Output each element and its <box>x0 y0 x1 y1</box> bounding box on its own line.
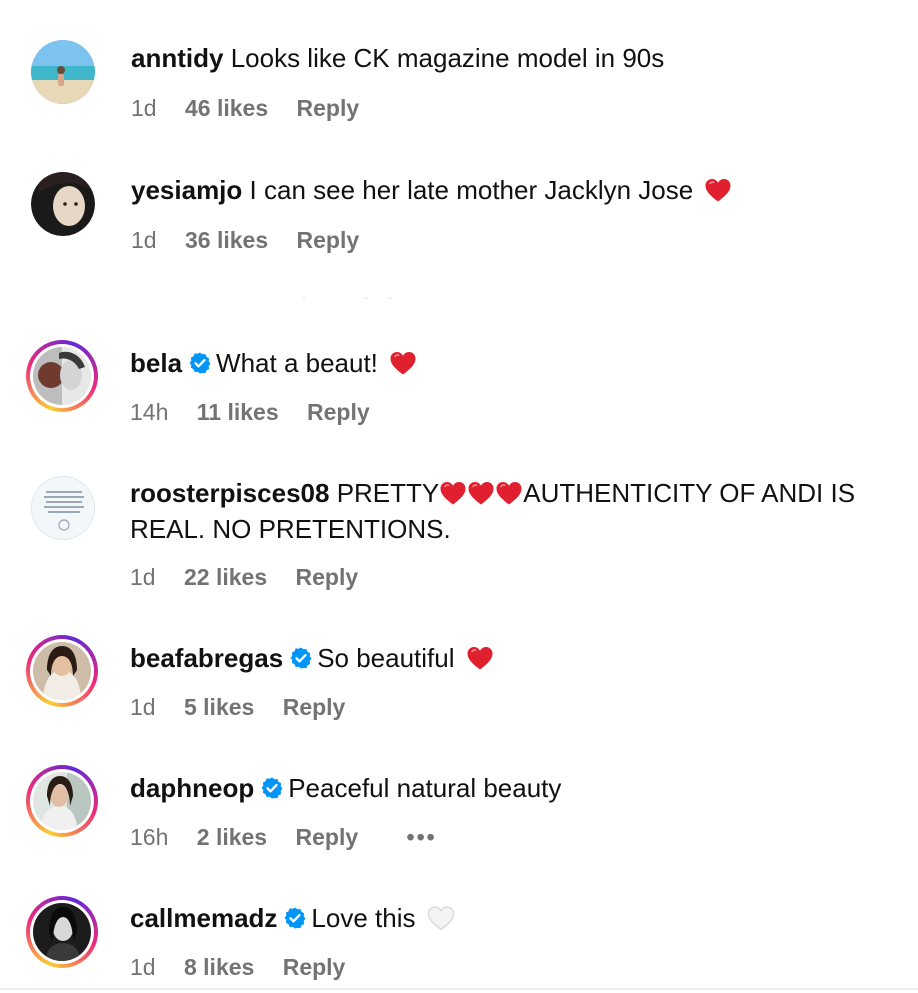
avatar[interactable] <box>31 476 95 540</box>
story-ring-avatar[interactable] <box>26 635 98 707</box>
likes-count-button[interactable]: 11 likes <box>197 399 279 425</box>
comment-body: So beautiful <box>317 643 455 673</box>
red-heart-icon <box>495 480 523 506</box>
comment-meta: 1d 8 likes Reply <box>130 952 367 982</box>
comment-body: I can see her late mother Jacklyn Jose <box>249 175 694 205</box>
bottom-divider <box>0 988 918 990</box>
comment-username[interactable]: yesiamjo <box>131 175 242 205</box>
comment-username[interactable]: daphneop <box>130 773 254 803</box>
red-heart-icon <box>439 480 467 506</box>
comment-body: PRETTY <box>336 478 440 508</box>
avatar[interactable] <box>31 172 95 236</box>
verified-badge-icon <box>283 906 307 930</box>
likes-count-button[interactable]: 46 likes <box>185 95 268 121</box>
comment-text: beafabregas So beautiful <box>130 640 494 676</box>
reply-button[interactable]: Reply <box>296 824 359 850</box>
reply-button[interactable]: Reply <box>297 227 360 253</box>
more-options-icon[interactable]: ••• <box>407 822 437 852</box>
comment-text: yesiamjo I can see her late mother Jackl… <box>131 172 732 208</box>
comment-username[interactable]: anntidy <box>131 43 223 73</box>
faint-separator-dots <box>303 297 391 299</box>
white-heart-icon <box>427 905 455 931</box>
avatar[interactable] <box>31 40 95 104</box>
comment-text: daphneop Peaceful natural beauty <box>130 770 561 806</box>
likes-count-button[interactable]: 5 likes <box>184 694 254 720</box>
comment-username[interactable]: callmemadz <box>130 903 277 933</box>
comment-meta: 1d 36 likes Reply <box>131 225 381 255</box>
reply-button[interactable]: Reply <box>307 399 370 425</box>
comment-time: 1d <box>130 954 156 980</box>
comment-meta: 1d 22 likes Reply <box>130 562 380 592</box>
comment-time: 1d <box>131 95 157 121</box>
comment-time: 1d <box>130 564 156 590</box>
red-heart-icon <box>467 480 495 506</box>
comment-text: roosterpisces08 PRETTY AUTHENTICITY OF AN… <box>130 475 900 547</box>
likes-count-button[interactable]: 8 likes <box>184 954 254 980</box>
reply-button[interactable]: Reply <box>283 694 346 720</box>
comment-time: 1d <box>131 227 157 253</box>
comment-username[interactable]: bela <box>130 348 182 378</box>
verified-badge-icon <box>289 646 313 670</box>
likes-count-button[interactable]: 2 likes <box>197 824 267 850</box>
comment-username[interactable]: beafabregas <box>130 643 283 673</box>
story-ring-avatar[interactable] <box>26 340 98 412</box>
verified-badge-icon <box>188 351 212 375</box>
comment-time: 16h <box>130 824 169 850</box>
comment-body: What a beaut! <box>216 348 378 378</box>
red-heart-icon <box>704 177 732 203</box>
comment-meta: 16h 2 likes Reply ••• <box>130 822 459 852</box>
verified-badge-icon <box>260 776 284 800</box>
red-heart-icon <box>389 350 417 376</box>
likes-count-button[interactable]: 22 likes <box>184 564 267 590</box>
comment-meta: 14h 11 likes Reply <box>130 397 392 427</box>
comment-body: Love this <box>311 903 416 933</box>
comment-text: bela What a beaut! <box>130 345 417 381</box>
comment-text: anntidy Looks like CK magazine model in … <box>131 40 664 76</box>
comment-body: Peaceful natural beauty <box>288 773 562 803</box>
story-ring-avatar[interactable] <box>26 896 98 968</box>
reply-button[interactable]: Reply <box>283 954 346 980</box>
red-heart-icon <box>466 645 494 671</box>
comment-body: Looks like CK magazine model in 90s <box>230 43 665 73</box>
comment-meta: 1d 46 likes Reply <box>131 93 381 123</box>
comment-time: 14h <box>130 399 169 425</box>
comment-meta: 1d 5 likes Reply <box>130 692 367 722</box>
reply-button[interactable]: Reply <box>296 564 359 590</box>
likes-count-button[interactable]: 36 likes <box>185 227 268 253</box>
reply-button[interactable]: Reply <box>297 95 360 121</box>
story-ring-avatar[interactable] <box>26 765 98 837</box>
comment-username[interactable]: roosterpisces08 <box>130 478 329 508</box>
comment-time: 1d <box>130 694 156 720</box>
comment-text: callmemadz Love this <box>130 900 455 936</box>
